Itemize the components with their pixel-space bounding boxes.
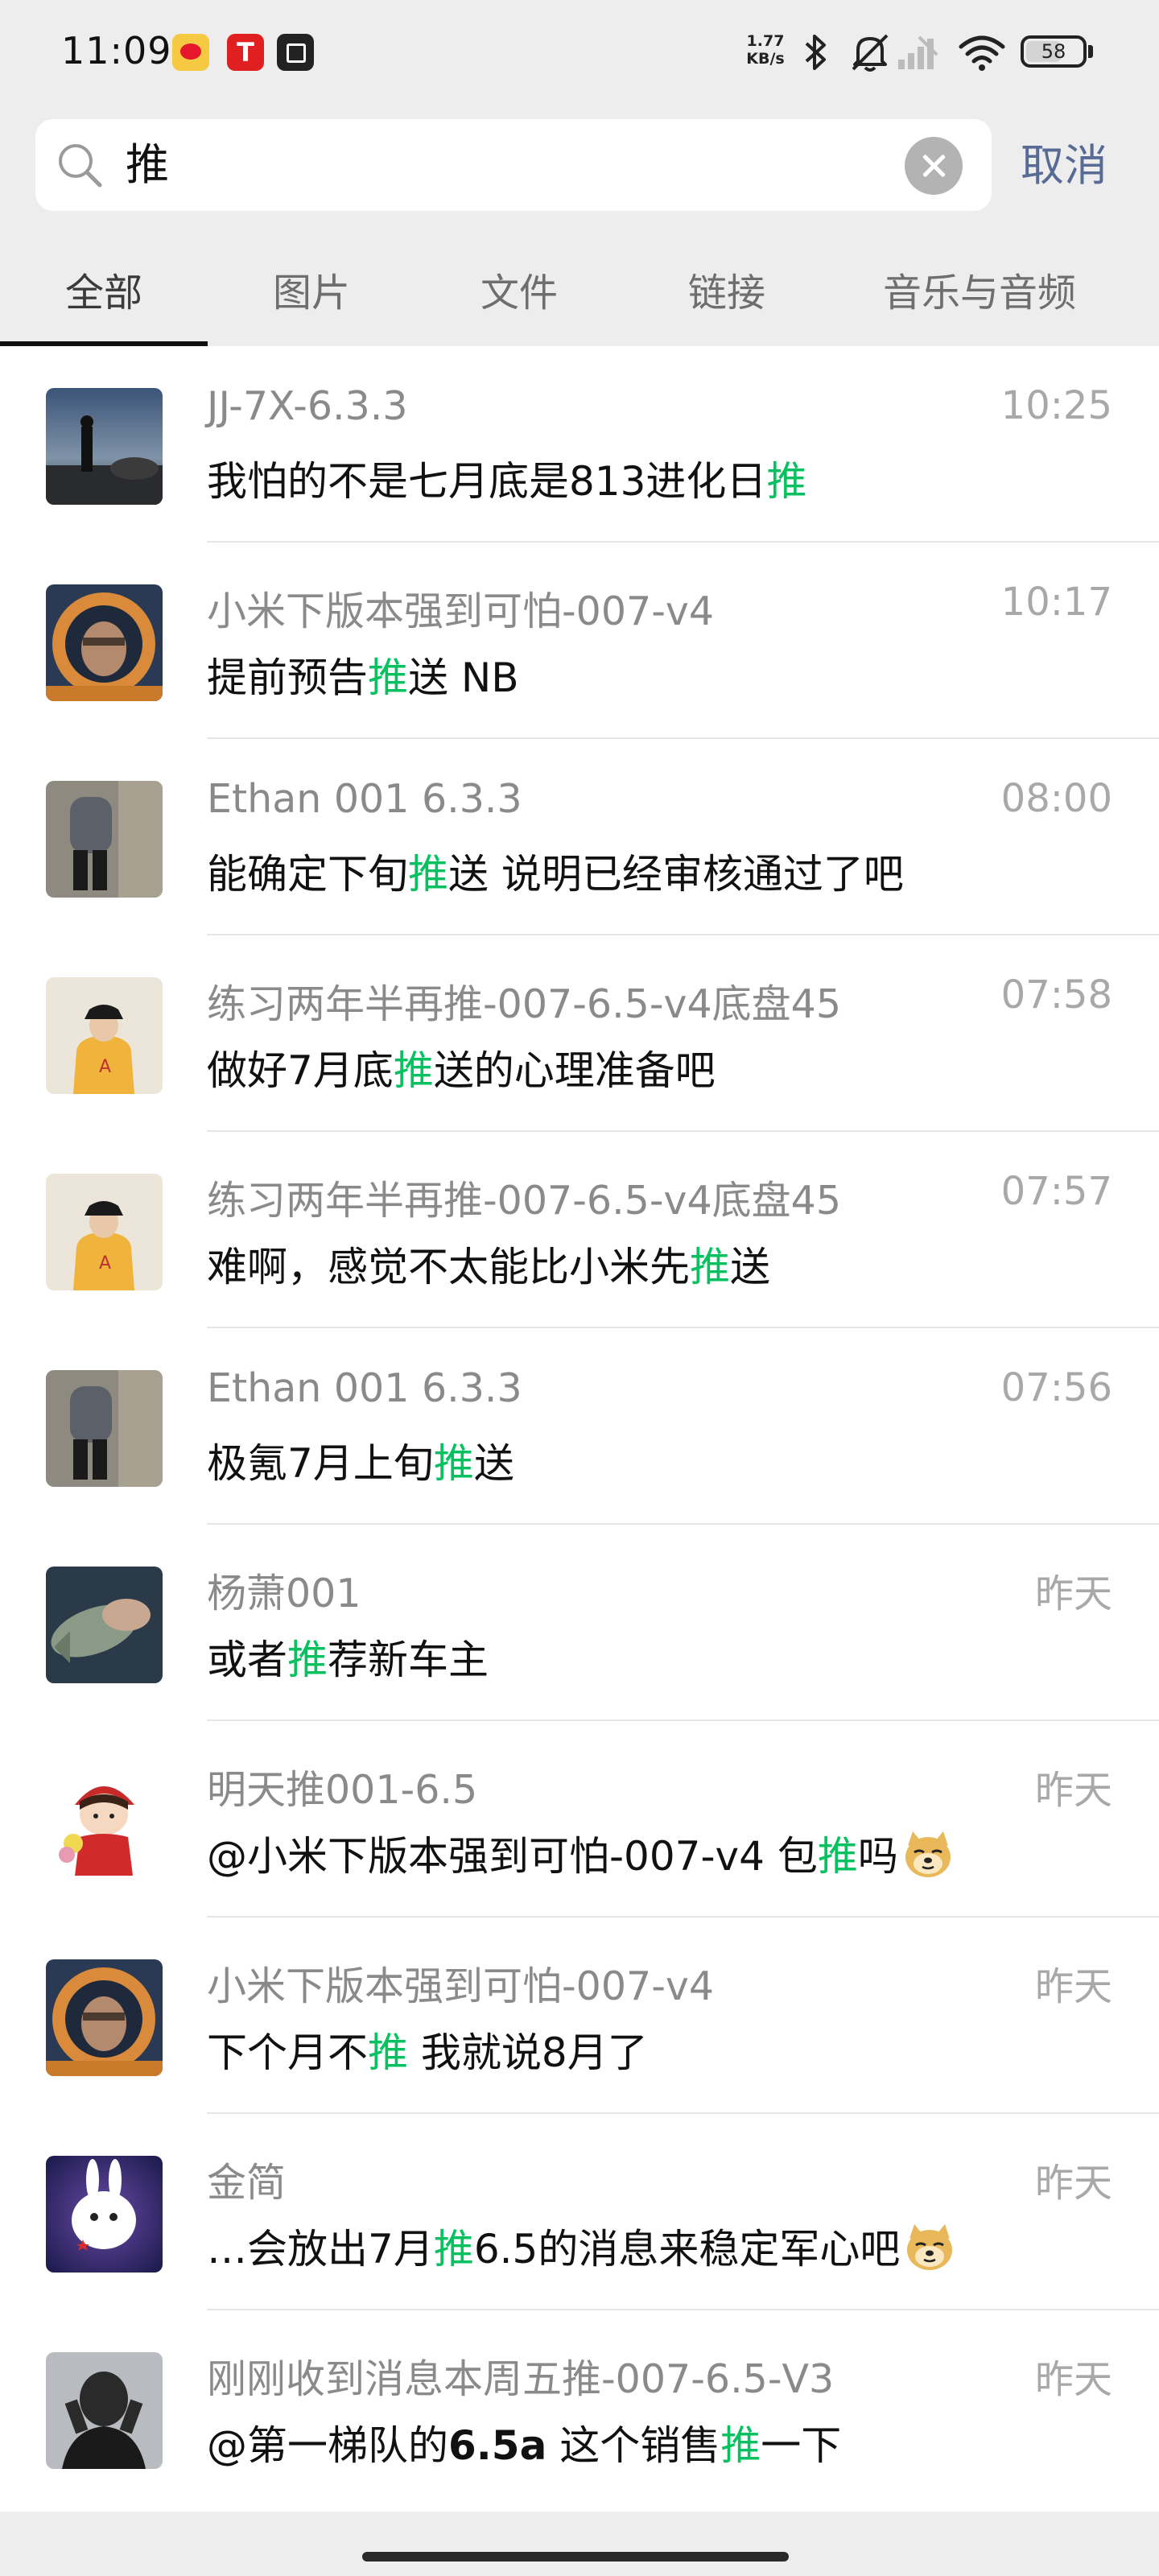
avatar <box>46 2352 163 2469</box>
result-message: 能确定下旬推送 说明已经审核通过了吧 <box>207 851 904 898</box>
result-row[interactable]: 小米下版本强到可怕-007-v4 昨天 下个月不推 我就说8月了 <box>0 1918 1159 2114</box>
result-row[interactable]: 明天推001-6.5 昨天 @小米下版本强到可怕-007-v4 包推吗 <box>0 1721 1159 1918</box>
result-sender-name: Ethan 001 6.3.3 <box>207 776 522 822</box>
keyword-highlight: 推 <box>766 458 807 505</box>
search-icon <box>59 144 102 188</box>
result-sender-name: 明天推001-6.5 <box>207 1767 478 1813</box>
clear-search-button[interactable] <box>905 137 963 195</box>
tab-all[interactable]: 全部 <box>0 261 208 317</box>
result-message: 提前预告推送 NB <box>207 654 519 701</box>
keyword-highlight: 推 <box>433 2226 474 2273</box>
cellular-signal-icon <box>898 35 938 69</box>
result-sender-name: 练习两年半再推-007-6.5-v4底盘45 <box>207 1178 842 1224</box>
result-row[interactable]: A 练习两年半再推-007-6.5-v4底盘45 07:58 做好7月底推送的心… <box>0 935 1159 1132</box>
tab-files[interactable]: 文件 <box>415 261 623 317</box>
navigation-bar <box>0 2512 1159 2576</box>
result-row[interactable]: Ethan 001 6.3.3 08:00 能确定下旬推送 说明已经审核通过了吧 <box>0 739 1159 935</box>
result-message: @第一梯队的6.5a 这个销售推一下 <box>207 2422 842 2469</box>
avatar: A <box>46 977 163 1094</box>
svg-text:A: A <box>99 1057 111 1077</box>
result-time: 07:57 <box>1000 1169 1112 1214</box>
result-row[interactable]: JJ-7X-6.3.3 10:25 我怕的不是七月底是813进化日推 <box>0 346 1159 543</box>
result-row[interactable]: 杨萧001 昨天 或者推荐新车主 <box>0 1525 1159 1721</box>
result-sender-name: 刚刚收到消息本周五推-007-6.5-V3 <box>207 2356 835 2402</box>
keyword-highlight: 推 <box>817 1833 858 1880</box>
result-time: 07:58 <box>1000 972 1112 1018</box>
avatar <box>46 584 163 701</box>
result-time: 08:00 <box>1000 776 1112 821</box>
doge-emoji-icon <box>907 2224 953 2270</box>
home-indicator[interactable] <box>362 2552 789 2562</box>
box-app-icon <box>277 34 314 71</box>
avatar <box>46 781 163 898</box>
tab-music-audio[interactable]: 音乐与音频 <box>831 261 1128 317</box>
result-sender-name: 练习两年半再推-007-6.5-v4底盘45 <box>207 981 842 1027</box>
result-message: 极氪7月上旬推送 <box>207 1440 514 1487</box>
cancel-button[interactable]: 取消 <box>1021 134 1107 198</box>
mute-bell-icon <box>852 34 889 72</box>
svg-text:A: A <box>99 1253 111 1274</box>
result-row[interactable]: 金简 昨天 …会放出7月推6.5的消息来稳定军心吧 <box>0 2114 1159 2310</box>
network-speed-unit: KB/s <box>746 50 785 68</box>
avatar: A <box>46 1174 163 1290</box>
result-message: @小米下版本强到可怕-007-v4 包推吗 <box>207 1824 955 1882</box>
result-row[interactable]: 小米下版本强到可怕-007-v4 10:17 提前预告推送 NB <box>0 543 1159 739</box>
result-time: 10:25 <box>1000 383 1112 428</box>
avatar <box>46 1370 163 1487</box>
weibo-app-icon <box>172 34 209 71</box>
result-sender-name: JJ-7X-6.3.3 <box>207 383 408 429</box>
result-sender-name: 小米下版本强到可怕-007-v4 <box>207 1963 715 2009</box>
result-row[interactable]: 刚刚收到消息本周五推-007-6.5-V3 昨天 @第一梯队的6.5a 这个销售… <box>0 2310 1159 2507</box>
result-message: 做好7月底推送的心理准备吧 <box>207 1047 716 1094</box>
keyword-highlight: 推 <box>287 1637 328 1683</box>
avatar <box>46 2156 163 2273</box>
result-time: 昨天 <box>1034 1964 1112 2009</box>
result-time: 07:56 <box>1000 1365 1112 1410</box>
result-sender-name: 杨萧001 <box>207 1571 361 1616</box>
keyword-highlight: 推 <box>368 654 408 701</box>
result-message: 下个月不推 我就说8月了 <box>207 2029 648 2076</box>
search-input[interactable] <box>126 137 898 193</box>
result-sender-name: Ethan 001 6.3.3 <box>207 1365 522 1411</box>
keyword-highlight: 推 <box>393 1047 434 1094</box>
result-row[interactable]: A 练习两年半再推-007-6.5-v4底盘45 07:57 难啊，感觉不太能比… <box>0 1132 1159 1328</box>
result-time: 昨天 <box>1034 2357 1112 2402</box>
avatar <box>46 1567 163 1683</box>
network-speed-value: 1.77 <box>746 32 785 50</box>
battery-percentage: 58 <box>1041 40 1066 63</box>
battery-icon: 58 <box>1021 35 1087 68</box>
result-message: 难啊，感觉不太能比小米先推送 <box>207 1244 770 1290</box>
keyword-highlight: 推 <box>433 1440 474 1487</box>
bluetooth-icon <box>805 35 826 70</box>
result-time: 昨天 <box>1034 1768 1112 1813</box>
avatar <box>46 1763 163 1880</box>
result-row[interactable]: Ethan 001 6.3.3 07:56 极氪7月上旬推送 <box>0 1328 1159 1525</box>
keyword-highlight: 推 <box>368 2029 408 2076</box>
network-speed: 1.77 KB/s <box>739 32 792 68</box>
result-message: …会放出7月推6.5的消息来稳定军心吧 <box>207 2217 956 2275</box>
result-sender-name: 小米下版本强到可怕-007-v4 <box>207 588 715 634</box>
tab-links[interactable]: 链接 <box>623 261 831 317</box>
avatar <box>46 388 163 505</box>
tesla-app-icon <box>227 34 264 71</box>
tab-images[interactable]: 图片 <box>208 261 415 317</box>
result-time: 昨天 <box>1034 1571 1112 1616</box>
result-sender-name: 金简 <box>207 2160 287 2206</box>
keyword-highlight: 推 <box>408 851 448 898</box>
battery-tip <box>1088 45 1093 58</box>
keyword-highlight: 推 <box>720 2422 761 2469</box>
result-message: 我怕的不是七月底是813进化日推 <box>207 458 807 505</box>
avatar <box>46 1959 163 2076</box>
search-category-tabs: 全部 图片 文件 链接 音乐与音频 <box>0 238 1159 348</box>
result-time: 昨天 <box>1034 2161 1112 2206</box>
search-results-list: JJ-7X-6.3.3 10:25 我怕的不是七月底是813进化日推 小米下版本… <box>0 346 1159 2512</box>
doge-emoji-icon <box>905 1831 951 1877</box>
search-box[interactable] <box>35 119 992 211</box>
keyword-highlight: 推 <box>690 1244 730 1290</box>
status-bar: 11:09 1.77 KB/s 58 <box>0 0 1159 105</box>
wifi-icon <box>959 35 1005 71</box>
result-message: 或者推荐新车主 <box>207 1637 489 1683</box>
status-time: 11:09 <box>61 29 172 72</box>
result-time: 10:17 <box>1000 580 1112 625</box>
